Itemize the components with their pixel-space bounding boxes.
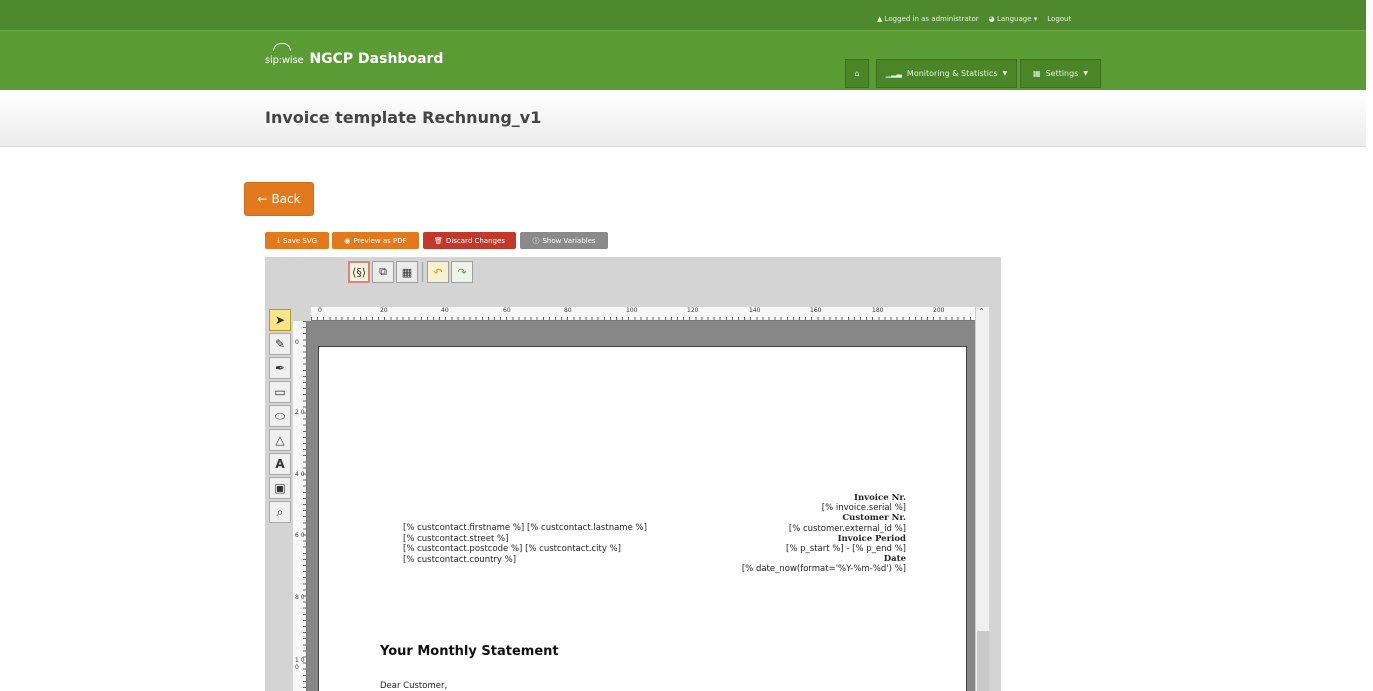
text-tool-icon[interactable]: A (269, 453, 291, 475)
ruler-label: 80 (564, 307, 572, 314)
top-bar: ▲ Logged in as administrator ◕ Language … (0, 0, 1366, 30)
preview-pdf-button[interactable]: ◉ Preview as PDF (332, 232, 419, 249)
ruler-label: 160 (810, 307, 822, 314)
trash-icon: 🗑 (434, 236, 443, 245)
user-links: ▲ Logged in as administrator ◕ Language … (877, 15, 1071, 23)
home-icon: ⌂ (854, 69, 860, 78)
ruler-label: 180 (872, 307, 884, 314)
show-variables-button[interactable]: ⓘ Show Variables (520, 232, 608, 249)
logged-in-text: ▲ Logged in as administrator (877, 15, 979, 23)
preview-pdf-label: Preview as PDF (353, 236, 407, 245)
ellipse-tool-icon[interactable]: ⬭ (269, 405, 291, 427)
monitoring-menu[interactable]: ▁▂▃ Monitoring & Statistics ▼ (876, 59, 1017, 88)
select-tool-icon[interactable]: ➤ (269, 309, 291, 331)
back-button[interactable]: ← Back (244, 182, 314, 216)
ruler-label: 8 0 (295, 594, 305, 601)
chevron-down-icon: ▼ (1002, 70, 1008, 77)
invoice-nr-label: Invoice Nr. (854, 493, 906, 503)
date-label: Date (883, 554, 906, 565)
ruler-label: 200 (933, 307, 945, 314)
back-label: Back (271, 192, 301, 206)
ruler-label: 140 (749, 307, 761, 314)
pencil-tool-icon[interactable]: ✎ (269, 333, 291, 355)
address-line: [% custcontact.firstname %] [% custconta… (403, 523, 647, 533)
scrollbar-thumb[interactable] (977, 631, 989, 691)
grid-icon: ▦ (1033, 69, 1041, 78)
settings-menu[interactable]: ▦ Settings ▼ (1020, 59, 1101, 88)
customer-nr-value: [% customer.external_id %] (788, 523, 906, 534)
arrow-left-icon: ← (257, 192, 268, 206)
page-title: Invoice template Rechnung_v1 (265, 108, 542, 127)
save-svg-label: Save SVG (283, 236, 318, 245)
sipwise-logo-text: sip:wise (265, 55, 304, 66)
rectangle-tool-icon[interactable]: ▭ (269, 381, 291, 403)
invoice-nr-value: [% invoice.serial %] (821, 503, 906, 514)
dashboard-title: NGCP Dashboard (309, 51, 444, 67)
language-menu[interactable]: ◕ Language ▾ (989, 15, 1038, 23)
group-shapes-icon[interactable]: ⧉ (372, 261, 394, 283)
show-variables-label: Show Variables (542, 236, 596, 245)
chevron-down-icon: ▼ (1083, 70, 1088, 77)
horizontal-ruler: 0 20 40 60 80 100 120 140 160 180 200 (311, 307, 975, 321)
tool-palette: ➤ ✎ ✒ ▭ ⬭ △ A ▣ ⌕ (269, 309, 291, 525)
redo-icon[interactable]: ↷ (451, 261, 473, 283)
image-tool-icon[interactable]: ▣ (269, 477, 291, 499)
home-button[interactable]: ⌂ (845, 59, 869, 88)
statement-title[interactable]: Your Monthly Statement (380, 644, 559, 659)
main-navbar: sip:wise NGCP Dashboard (0, 30, 1366, 90)
info-icon: ⓘ (532, 236, 540, 245)
ruler-label: 6 0 (295, 532, 305, 539)
bar-chart-icon: ▁▂▃ (885, 69, 902, 78)
vertical-ruler: 0 2 0 4 0 6 0 8 0 1 0 0 (293, 321, 307, 691)
settings-label: Settings (1045, 69, 1079, 78)
undo-icon[interactable]: ↶ (427, 261, 449, 283)
path-tool-icon[interactable]: ✒ (269, 357, 291, 379)
zoom-tool-icon[interactable]: ⌕ (269, 501, 291, 523)
monitoring-label: Monitoring & Statistics (906, 69, 998, 78)
vertical-scrollbar[interactable]: ⌃ (975, 307, 989, 691)
discard-label: Discard Changes (445, 236, 505, 245)
ruler-label: 40 (441, 307, 449, 314)
ruler-label: 120 (687, 307, 699, 314)
editor-toolbar: ⟨§⟩ ⧉ ▦ ↶ ↷ (348, 260, 473, 284)
eye-icon: ◉ (344, 236, 351, 245)
scroll-up-icon[interactable]: ⌃ (978, 307, 985, 316)
invoice-period-value: [% p_start %] - [% p_end %] (786, 544, 906, 555)
ruler-label: 4 0 (295, 471, 305, 478)
toolbar-separator (422, 262, 423, 282)
brand-logo[interactable]: sip:wise NGCP Dashboard (265, 43, 444, 67)
ruler-label: 2 0 (295, 409, 305, 416)
polygon-tool-icon[interactable]: △ (269, 429, 291, 451)
date-value: [% date_now(format='%Y-%m-%d') %] (741, 564, 906, 575)
source-code-icon[interactable]: ⟨§⟩ (348, 261, 370, 283)
ruler-label: 100 (626, 307, 638, 314)
invoice-meta[interactable]: Invoice Nr. [% invoice.serial %] Custome… (742, 493, 906, 575)
ruler-label: 1 0 0 (295, 657, 305, 671)
address-line: [% custcontact.postcode %] [% custcontac… (403, 544, 621, 554)
grid-toggle-icon[interactable]: ▦ (396, 261, 418, 283)
page-header: Invoice template Rechnung_v1 (0, 90, 1366, 147)
download-icon: ⤓ (276, 236, 281, 244)
greeting-text[interactable]: Dear Customer, (380, 681, 447, 691)
ruler-label: 0 (295, 339, 299, 346)
invoice-period-label: Invoice Period (837, 533, 906, 544)
discard-changes-button[interactable]: 🗑 Discard Changes (423, 232, 516, 249)
ruler-label: 0 (318, 307, 322, 314)
address-line: [% custcontact.street %] (403, 533, 509, 544)
address-line: [% custcontact.country %] (403, 554, 517, 565)
ruler-label: 20 (380, 307, 388, 314)
customer-nr-label: Customer Nr. (842, 513, 906, 524)
save-svg-button[interactable]: ⤓ Save SVG (265, 232, 329, 249)
cloud-icon (273, 43, 291, 51)
ruler-label: 60 (503, 307, 511, 314)
customer-address[interactable]: [% custcontact.firstname %] [% custconta… (403, 523, 647, 565)
logout-link[interactable]: Logout (1047, 15, 1071, 23)
